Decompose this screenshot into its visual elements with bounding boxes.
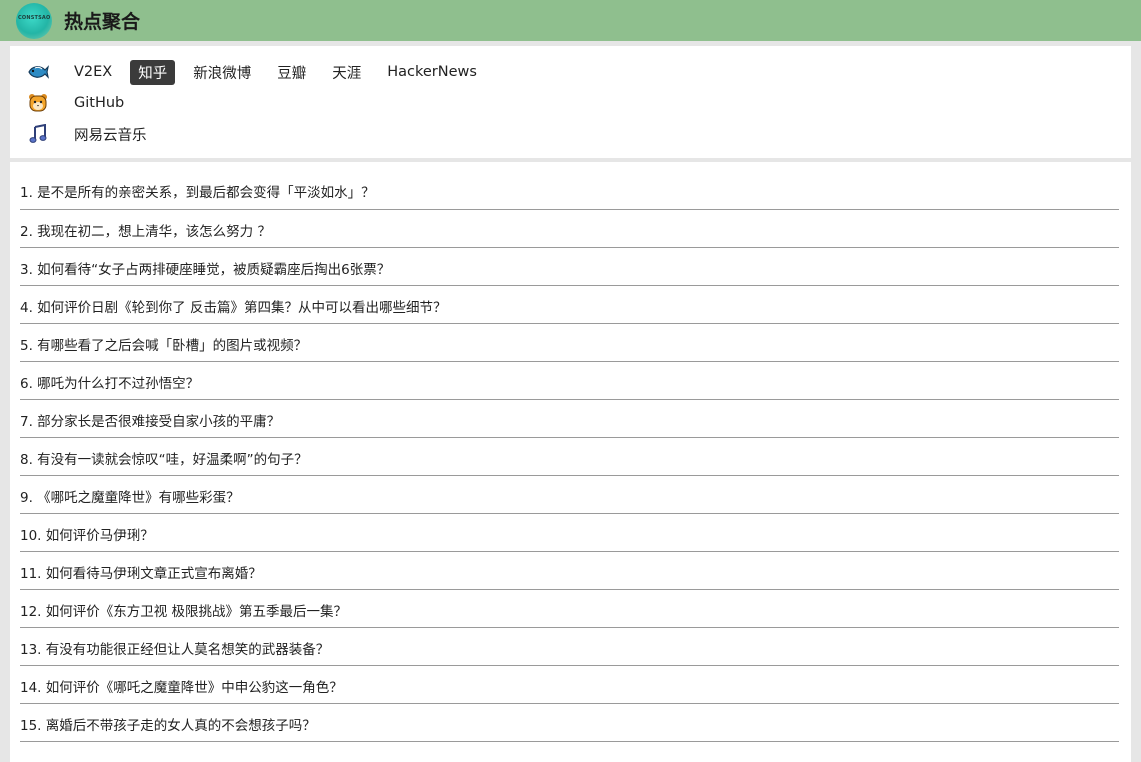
list-item[interactable]: 13. 有没有功能很正经但让人莫名想笑的武器装备？ — [20, 628, 1119, 666]
list-item[interactable]: 2. 我现在初二，想上清华，该怎么努力 ？ — [20, 210, 1119, 248]
music-note-icon — [26, 122, 50, 146]
list-item[interactable]: 14. 如何评价《哪吒之魔童降世》中申公豹这一角色？ — [20, 666, 1119, 704]
list-item[interactable]: 1. 是不是所有的亲密关系，到最后都会变得「平淡如水」？ — [20, 162, 1119, 210]
list-item[interactable]: 11. 如何看待马伊琍文章正式宣布离婚？ — [20, 552, 1119, 590]
nav-item-weibo[interactable]: 新浪微博 — [185, 60, 259, 85]
nav-items-row-1: V2EX 知乎 新浪微博 豆瓣 天涯 HackerNews — [66, 59, 495, 85]
tiger-icon — [26, 91, 50, 115]
list-item[interactable]: 8. 有没有一读就会惊叹“哇，好温柔啊”的句子？ — [20, 438, 1119, 476]
nav-items-row-3: 网易云音乐 — [66, 121, 165, 147]
logo-text: CONSTSAO — [18, 14, 51, 21]
list-item[interactable]: 5. 有哪些看了之后会喊「卧槽」的图片或视频？ — [20, 324, 1119, 362]
fish-icon — [26, 60, 50, 84]
source-nav-panel: V2EX 知乎 新浪微博 豆瓣 天涯 HackerNews GitHub 网易云… — [10, 46, 1131, 158]
nav-item-zhihu[interactable]: 知乎 — [130, 59, 176, 85]
list-item[interactable]: 15. 离婚后不带孩子走的女人真的不会想孩子吗？ — [20, 704, 1119, 742]
list-item[interactable]: 4. 如何评价日剧《轮到你了 反击篇》第四集？从中可以看出哪些细节？ — [20, 286, 1119, 324]
nav-item-tianya[interactable]: 天涯 — [324, 60, 369, 85]
hot-list: 1. 是不是所有的亲密关系，到最后都会变得「平淡如水」？ 2. 我现在初二，想上… — [10, 162, 1131, 742]
list-item[interactable]: 6. 哪吒为什么打不过孙悟空？ — [20, 362, 1119, 400]
list-item[interactable]: 3. 如何看待“女子占两排硬座睡觉，被质疑霸座后掏出6张票？ — [20, 248, 1119, 286]
nav-item-douban[interactable]: 豆瓣 — [269, 60, 314, 85]
site-title: 热点聚合 — [64, 11, 141, 33]
nav-item-v2ex[interactable]: V2EX — [66, 62, 120, 82]
list-item[interactable]: 12. 如何评价《东方卫视 极限挑战》第五季最后一集？ — [20, 590, 1119, 628]
list-item[interactable]: 9. 《哪吒之魔童降世》有哪些彩蛋？ — [20, 476, 1119, 514]
nav-item-netease-music[interactable]: 网易云音乐 — [66, 122, 155, 147]
list-item[interactable]: 7. 部分家长是否很难接受自家小孩的平庸？ — [20, 400, 1119, 438]
site-logo[interactable]: CONSTSAO — [16, 2, 52, 39]
list-item[interactable]: 10. 如何评价马伊琍？ — [20, 514, 1119, 552]
hot-list-panel: 1. 是不是所有的亲密关系，到最后都会变得「平淡如水」？ 2. 我现在初二，想上… — [10, 162, 1131, 762]
app-header: CONSTSAO 热点聚合 — [0, 0, 1141, 41]
nav-item-hackernews[interactable]: HackerNews — [379, 62, 485, 82]
nav-item-github[interactable]: GitHub — [66, 93, 132, 113]
nav-items-row-2: GitHub — [66, 90, 142, 116]
